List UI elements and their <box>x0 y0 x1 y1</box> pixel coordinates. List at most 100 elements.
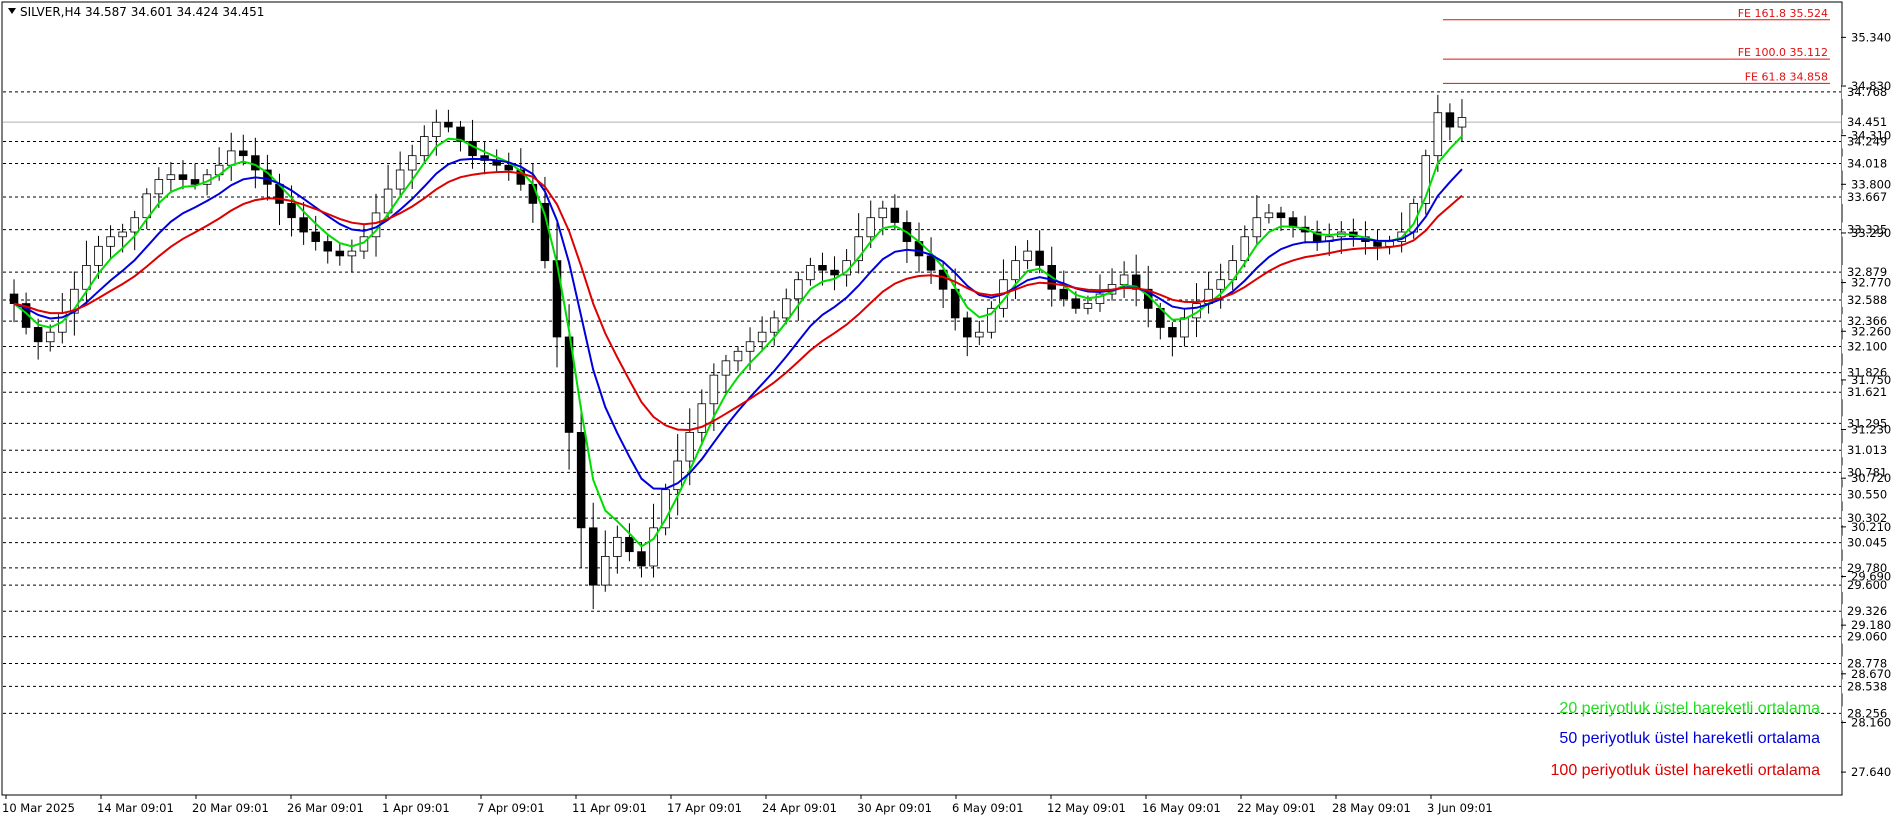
x-tick-label: 3 Jun 09:01 <box>1427 801 1493 815</box>
candle-body <box>154 179 164 195</box>
candle-body <box>601 556 610 586</box>
candle-body <box>178 174 188 180</box>
level-label: 33.667 <box>1847 190 1887 204</box>
x-tick-label: 16 May 09:01 <box>1142 801 1221 815</box>
level-label: 30.550 <box>1847 487 1887 501</box>
candle-body <box>94 245 103 266</box>
candle-body <box>287 202 296 219</box>
candle-body <box>1457 117 1467 128</box>
candle-body <box>166 174 176 180</box>
candle-body <box>552 260 562 338</box>
candle-body <box>757 331 767 343</box>
legend-ema100: 100 periyotluk üstel hareketli ortalama <box>1551 762 1821 779</box>
candle-body <box>1119 274 1129 285</box>
candle-body <box>1433 112 1443 157</box>
level-label: 31.013 <box>1847 443 1887 457</box>
y-tick-label: 33.290 <box>1851 226 1891 240</box>
candle-body <box>926 255 936 271</box>
candle-body <box>733 350 743 362</box>
candle-body <box>769 317 779 333</box>
candle-body <box>1252 217 1262 238</box>
candle-body <box>347 250 357 257</box>
price-chart[interactable]: 34.76834.24934.01833.66733.32532.87932.5… <box>0 0 1896 820</box>
candle-body <box>1083 303 1093 309</box>
candle-body <box>311 231 320 242</box>
candle-body <box>432 121 441 137</box>
level-label: 32.100 <box>1847 340 1887 354</box>
candle-body <box>1264 212 1274 219</box>
x-tick-label: 17 Apr 09:01 <box>667 801 742 815</box>
candle-body <box>830 269 839 276</box>
y-tick-label: 28.160 <box>1851 715 1891 729</box>
chart-title: SILVER,H4 34.587 34.601 34.424 34.451 <box>20 5 264 19</box>
legend-ema20: 20 periyotluk üstel hareketli ortalama <box>1559 700 1820 717</box>
x-tick-label: 10 Mar 2025 <box>2 801 75 815</box>
y-tick-label: 34.310 <box>1851 129 1891 143</box>
level-label: 31.621 <box>1847 385 1887 399</box>
y-tick-label: 28.670 <box>1851 667 1891 681</box>
x-tick-label: 30 Apr 09:01 <box>857 801 932 815</box>
candle-body <box>9 293 19 304</box>
time-axis[interactable]: 10 Mar 2025 14 Mar 09:01 20 Mar 09:01 26 Ma… <box>2 795 1493 815</box>
y-tick-label: 30.720 <box>1851 471 1891 485</box>
y-tick-label: 33.800 <box>1851 177 1891 191</box>
candle-body <box>866 217 875 238</box>
candle-body <box>323 241 333 252</box>
x-tick-label: 20 Mar 09:01 <box>192 801 269 815</box>
candle-body <box>613 536 622 557</box>
x-tick-label: 7 Apr 09:01 <box>477 801 545 815</box>
candle-body <box>782 298 791 319</box>
candle-body <box>335 250 345 257</box>
level-label: 32.588 <box>1847 293 1887 307</box>
candle-body <box>118 231 127 238</box>
candle-body <box>709 374 719 405</box>
candle-body <box>540 202 550 262</box>
x-tick-label: 24 Apr 09:01 <box>762 801 837 815</box>
y-tick-label: 32.770 <box>1851 276 1891 290</box>
level-label: 28.538 <box>1847 679 1887 693</box>
candle-body <box>1071 298 1081 309</box>
candle-body <box>45 331 55 343</box>
candle-body <box>239 150 248 157</box>
candle-body <box>1373 241 1382 247</box>
candle-body <box>1168 327 1177 338</box>
y-tick-label: 34.830 <box>1851 79 1891 93</box>
candle-body <box>251 155 260 171</box>
x-tick-label: 11 Apr 09:01 <box>572 801 647 815</box>
x-tick-label: 1 Apr 09:01 <box>382 801 450 815</box>
candle-body <box>721 360 731 376</box>
candle-body <box>130 217 139 233</box>
x-tick-label: 12 May 09:01 <box>1047 801 1126 815</box>
candle-body <box>637 551 646 567</box>
candle-body <box>190 179 200 185</box>
x-tick-label: 14 Mar 09:01 <box>97 801 174 815</box>
legend: 20 periyotluk üstel hareketli ortalama 5… <box>1551 700 1821 779</box>
candle-body <box>528 183 538 204</box>
candle-body <box>818 265 827 271</box>
candle-body <box>806 265 815 281</box>
candle-body <box>962 317 972 338</box>
current-price-label: 34.451 <box>1847 115 1887 129</box>
candle-body <box>444 121 453 128</box>
y-tick-label: 27.640 <box>1851 765 1891 779</box>
candle-body <box>504 164 514 171</box>
y-tick-label: 30.210 <box>1851 520 1891 534</box>
fib-label: FE 100.0 35.112 <box>1738 46 1828 59</box>
candle-body <box>420 136 429 157</box>
candle-body <box>878 207 888 219</box>
candle-body <box>1445 112 1455 128</box>
legend-ema50: 50 periyotluk üstel hareketli ortalama <box>1559 730 1820 747</box>
x-tick-label: 26 Mar 09:01 <box>287 801 364 815</box>
x-tick-label: 22 May 09:01 <box>1237 801 1316 815</box>
level-label: 34.018 <box>1847 156 1887 170</box>
candle-body <box>33 327 43 343</box>
x-tick-label: 28 May 09:01 <box>1332 801 1411 815</box>
candle-body <box>226 150 236 166</box>
candle-body <box>1276 212 1286 219</box>
candle-body <box>1216 279 1225 290</box>
candle-body <box>794 279 803 300</box>
y-tick-label: 31.750 <box>1851 373 1891 387</box>
candle-body <box>588 527 598 586</box>
x-tick-label: 6 May 09:01 <box>952 801 1024 815</box>
y-tick-label: 29.690 <box>1851 569 1891 583</box>
